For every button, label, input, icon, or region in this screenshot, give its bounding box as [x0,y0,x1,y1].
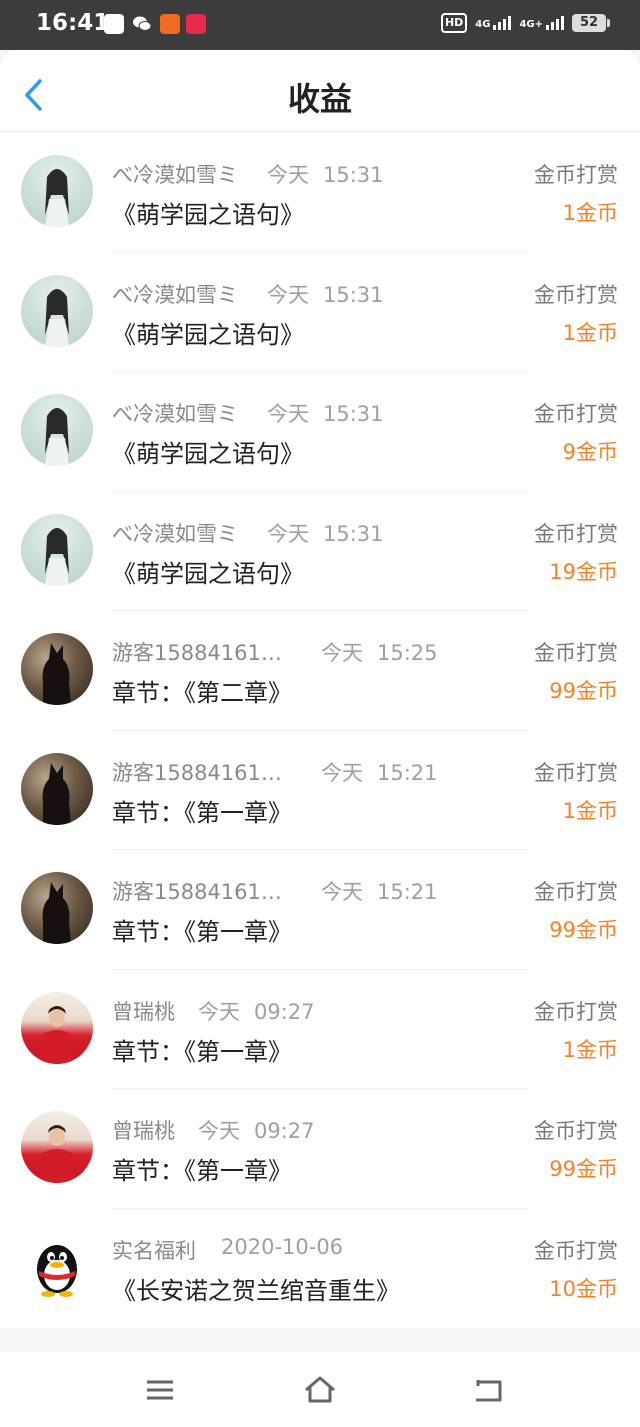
reward-time: 今天 15:21 [321,880,438,904]
app-notification-icon-2 [186,14,206,34]
reward-amount: 19金币 [549,559,618,584]
reward-type: 金币打赏 [534,163,618,187]
work-title: 《萌学园之语句》 [112,440,304,468]
reward-time: 今天 15:31 [267,163,384,187]
sender-name: べ冷漠如雪ミ [112,163,238,187]
list-item[interactable]: 曾瑞桃 今天 09:27 章节：《第一章》 金币打赏 99金币 [0,1089,640,1209]
mail-notification-icon [104,14,124,34]
list-item[interactable]: べ冷漠如雪ミ 今天 15:31 《萌学园之语句》 金币打赏 9金币 [0,372,640,492]
sender-name: 曾瑞桃 [112,1119,175,1143]
list-item[interactable]: べ冷漠如雪ミ 今天 15:31 《萌学园之语句》 金币打赏 1金币 [0,253,640,373]
wechat-notification-icon [132,14,152,34]
page-title: 收益 [287,80,352,118]
menu-icon[interactable] [142,1372,178,1408]
reward-type: 金币打赏 [534,521,618,546]
reward-type: 金币打赏 [534,641,618,665]
header: 收益 [0,50,640,132]
list-item[interactable]: 游客15884161… 今天 15:25 章节：《第二章》 金币打赏 99金币 [0,611,640,731]
battery-icon: 52 [572,14,610,32]
reward-time: 今天 15:21 [321,760,438,785]
hd-indicator: HD [440,13,468,33]
list-item[interactable]: べ冷漠如雪ミ 今天 15:31 《萌学园之语句》 金币打赏 1金币 [0,133,640,253]
sender-name: 实名福利 [112,1238,196,1263]
system-navbar [0,1352,640,1427]
reward-type: 金币打赏 [534,999,618,1024]
work-title: 《萌学园之语句》 [112,201,304,229]
sender-name: 曾瑞桃 [112,999,175,1024]
reward-amount: 1金币 [562,201,618,225]
avatar [21,394,93,466]
reward-type: 金币打赏 [534,760,618,785]
reward-amount: 1金币 [562,798,618,823]
work-title: 章节：《第一章》 [112,1037,292,1066]
reward-amount: 10金币 [549,1276,618,1301]
reward-amount: 99金币 [549,679,618,703]
signal-1-icon: 4G [475,16,512,30]
work-title: 《萌学园之语句》 [112,559,304,588]
list-item[interactable]: べ冷漠如雪ミ 今天 15:31 《萌学园之语句》 金币打赏 19金币 [0,492,640,612]
avatar [21,1111,93,1183]
work-title: 章节：《第一章》 [112,918,292,946]
reward-amount: 1金币 [562,320,618,345]
reward-time: 今天 15:25 [321,641,438,665]
avatar [21,274,93,347]
work-title: 章节：《第一章》 [112,798,292,827]
reward-type: 金币打赏 [534,282,618,307]
sender-name: 游客15884161… [112,760,282,785]
reward-time: 今天 15:31 [267,521,384,546]
avatar [21,633,93,705]
reward-time: 2020-10-06 [221,1234,344,1259]
home-icon[interactable] [302,1372,338,1408]
list-item[interactable]: 游客15884161… 今天 15:21 章节：《第一章》 金币打赏 99金币 [0,850,640,970]
reward-amount: 1金币 [562,1037,618,1062]
avatar [21,155,93,227]
reward-time: 今天 09:27 [198,1119,315,1143]
reward-type: 金币打赏 [534,880,618,904]
avatar [21,872,93,944]
reward-time: 今天 15:31 [267,402,384,426]
reward-type: 金币打赏 [534,402,618,426]
reward-type: 金币打赏 [534,1238,618,1263]
reward-amount: 99金币 [549,918,618,942]
signal-2-icon: 4G+ [519,16,564,30]
reward-amount: 99金币 [549,1157,618,1181]
reward-type: 金币打赏 [534,1119,618,1143]
work-title: 章节：《第一章》 [112,1157,292,1185]
avatar [21,1230,93,1303]
status-bar: 16:41 HD 4G 4G+ 52 [0,0,640,50]
list-item[interactable]: 游客15884161… 今天 15:21 章节：《第一章》 金币打赏 1金币 [0,731,640,851]
reward-amount: 9金币 [562,440,618,464]
sender-name: べ冷漠如雪ミ [112,282,238,307]
earnings-list: べ冷漠如雪ミ 今天 15:31 《萌学园之语句》 金币打赏 1金币 べ冷漠如雪ミ … [0,133,640,1328]
sender-name: 游客15884161… [112,641,282,665]
work-title: 《萌学园之语句》 [112,320,304,349]
list-item[interactable]: 实名福利 2020-10-06 《长安诺之贺兰绾音重生》 金币打赏 10金币 [0,1209,640,1329]
status-indicators: HD 4G 4G+ 52 [440,13,610,33]
sender-name: 游客15884161… [112,880,282,904]
app-notification-icon [160,14,180,34]
avatar [21,513,93,586]
reward-time: 今天 09:27 [198,999,315,1024]
avatar [21,752,93,825]
work-title: 《长安诺之贺兰绾音重生》 [112,1276,400,1305]
sender-name: べ冷漠如雪ミ [112,521,238,546]
back-icon[interactable] [470,1372,506,1408]
sender-name: べ冷漠如雪ミ [112,402,238,426]
status-time: 16:41 [36,10,110,36]
work-title: 章节：《第二章》 [112,679,292,707]
avatar [21,991,93,1064]
list-item[interactable]: 曾瑞桃 今天 09:27 章节：《第一章》 金币打赏 1金币 [0,970,640,1090]
reward-time: 今天 15:31 [267,282,384,307]
